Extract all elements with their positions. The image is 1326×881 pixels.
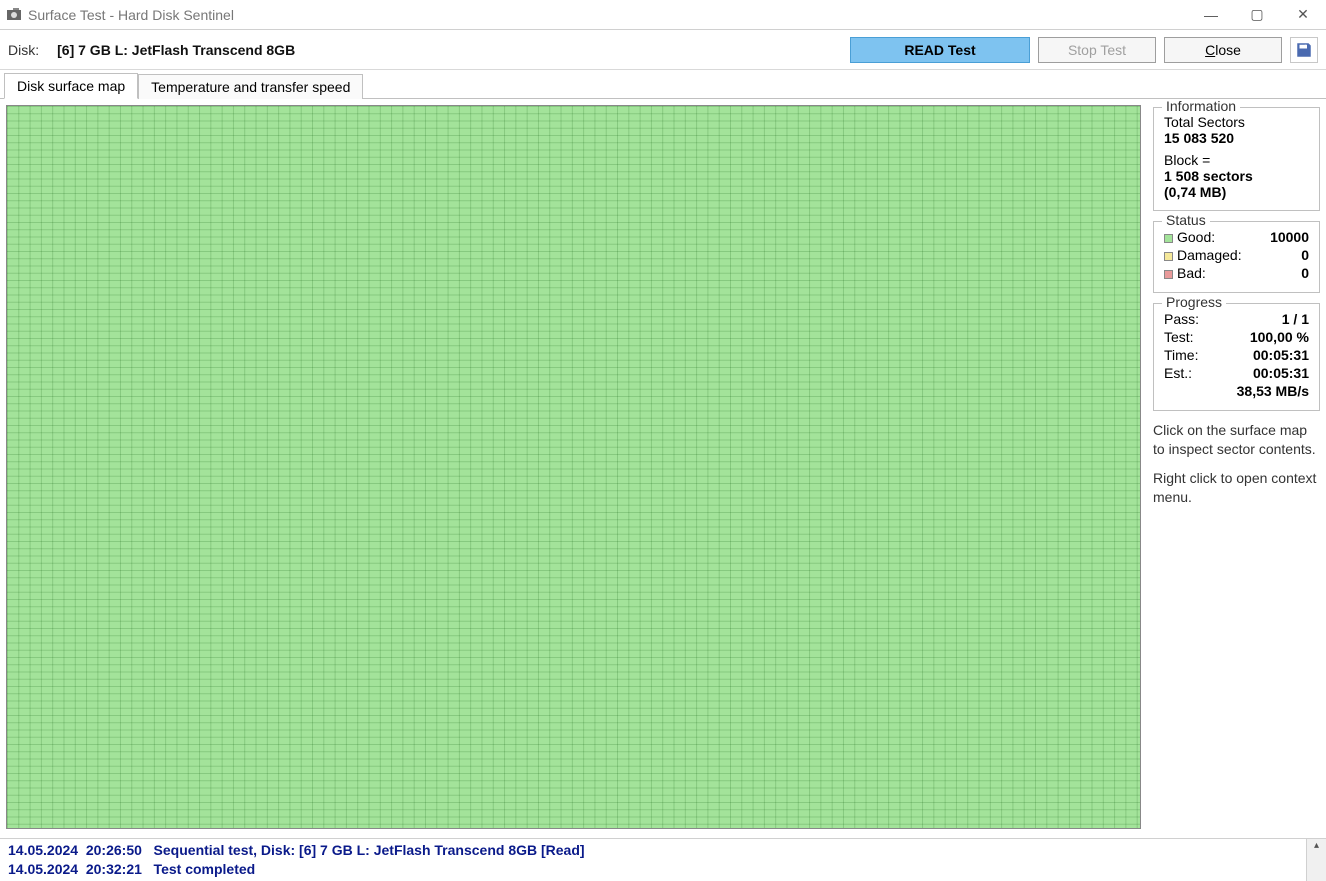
damaged-label: Damaged: [1177,247,1242,263]
damaged-swatch-icon [1164,252,1173,261]
good-value: 10000 [1270,229,1309,245]
tabs: Disk surface map Temperature and transfe… [0,70,1326,98]
information-legend: Information [1162,98,1240,114]
scroll-up-icon[interactable]: ▴ [1314,839,1319,852]
speed-value: 38,53 MB/s [1237,383,1309,399]
stop-test-button[interactable]: Stop Test [1038,37,1156,63]
rclick-hint: Right click to open context menu. [1153,469,1320,507]
read-test-button[interactable]: READ Test [850,37,1030,63]
floppy-icon [1295,41,1313,59]
tab-temperature[interactable]: Temperature and transfer speed [138,74,363,99]
good-label: Good: [1177,229,1215,245]
bad-value: 0 [1301,265,1309,281]
status-legend: Status [1162,212,1210,228]
log-scrollbar[interactable]: ▴ [1306,839,1326,881]
progress-legend: Progress [1162,294,1226,310]
surface-grid [7,106,1140,828]
information-panel: Information Total Sectors 15 083 520 Blo… [1153,107,1320,211]
total-sectors-value: 15 083 520 [1164,130,1309,146]
block-sectors: 1 508 sectors [1164,168,1309,184]
pass-value: 1 / 1 [1282,311,1309,327]
log-line-1: 14.05.2024 20:26:50 Sequential test, Dis… [8,841,1298,860]
toolbar: Disk: [6] 7 GB L: JetFlash Transcend 8GB… [0,30,1326,70]
total-sectors-label: Total Sectors [1164,114,1309,130]
save-button[interactable] [1290,37,1318,63]
block-label: Block = [1164,152,1309,168]
maximize-button[interactable]: ▢ [1234,0,1280,29]
log-line-2: 14.05.2024 20:32:21 Test completed [8,860,1298,879]
bad-swatch-icon [1164,270,1173,279]
surface-map[interactable] [6,105,1141,829]
title-bar: Surface Test - Hard Disk Sentinel — ▢ ✕ [0,0,1326,30]
damaged-value: 0 [1301,247,1309,263]
est-label: Est.: [1164,365,1192,381]
side-panel: Information Total Sectors 15 083 520 Blo… [1153,105,1320,832]
status-panel: Status Good:10000 Damaged:0 Bad:0 [1153,221,1320,293]
time-label: Time: [1164,347,1198,363]
main-area: Information Total Sectors 15 083 520 Blo… [0,98,1326,838]
bad-label: Bad: [1177,265,1206,281]
tab-surface-map[interactable]: Disk surface map [4,73,138,99]
disk-label: Disk: [8,42,39,58]
test-label: Test: [1164,329,1194,345]
log-area: 14.05.2024 20:26:50 Sequential test, Dis… [0,838,1326,881]
window-controls: — ▢ ✕ [1188,0,1326,29]
close-window-button[interactable]: ✕ [1280,0,1326,29]
minimize-button[interactable]: — [1188,0,1234,29]
good-swatch-icon [1164,234,1173,243]
progress-panel: Progress Pass:1 / 1 Test:100,00 % Time:0… [1153,303,1320,411]
est-value: 00:05:31 [1253,365,1309,381]
app-icon [6,7,22,23]
block-size: (0,74 MB) [1164,184,1309,200]
time-value: 00:05:31 [1253,347,1309,363]
test-value: 100,00 % [1250,329,1309,345]
pass-label: Pass: [1164,311,1199,327]
click-hint: Click on the surface map to inspect sect… [1153,421,1320,459]
disk-name: [6] 7 GB L: JetFlash Transcend 8GB [57,42,295,58]
log: 14.05.2024 20:26:50 Sequential test, Dis… [0,839,1306,881]
close-button[interactable]: Close [1164,37,1282,63]
window-title: Surface Test - Hard Disk Sentinel [28,7,1188,23]
